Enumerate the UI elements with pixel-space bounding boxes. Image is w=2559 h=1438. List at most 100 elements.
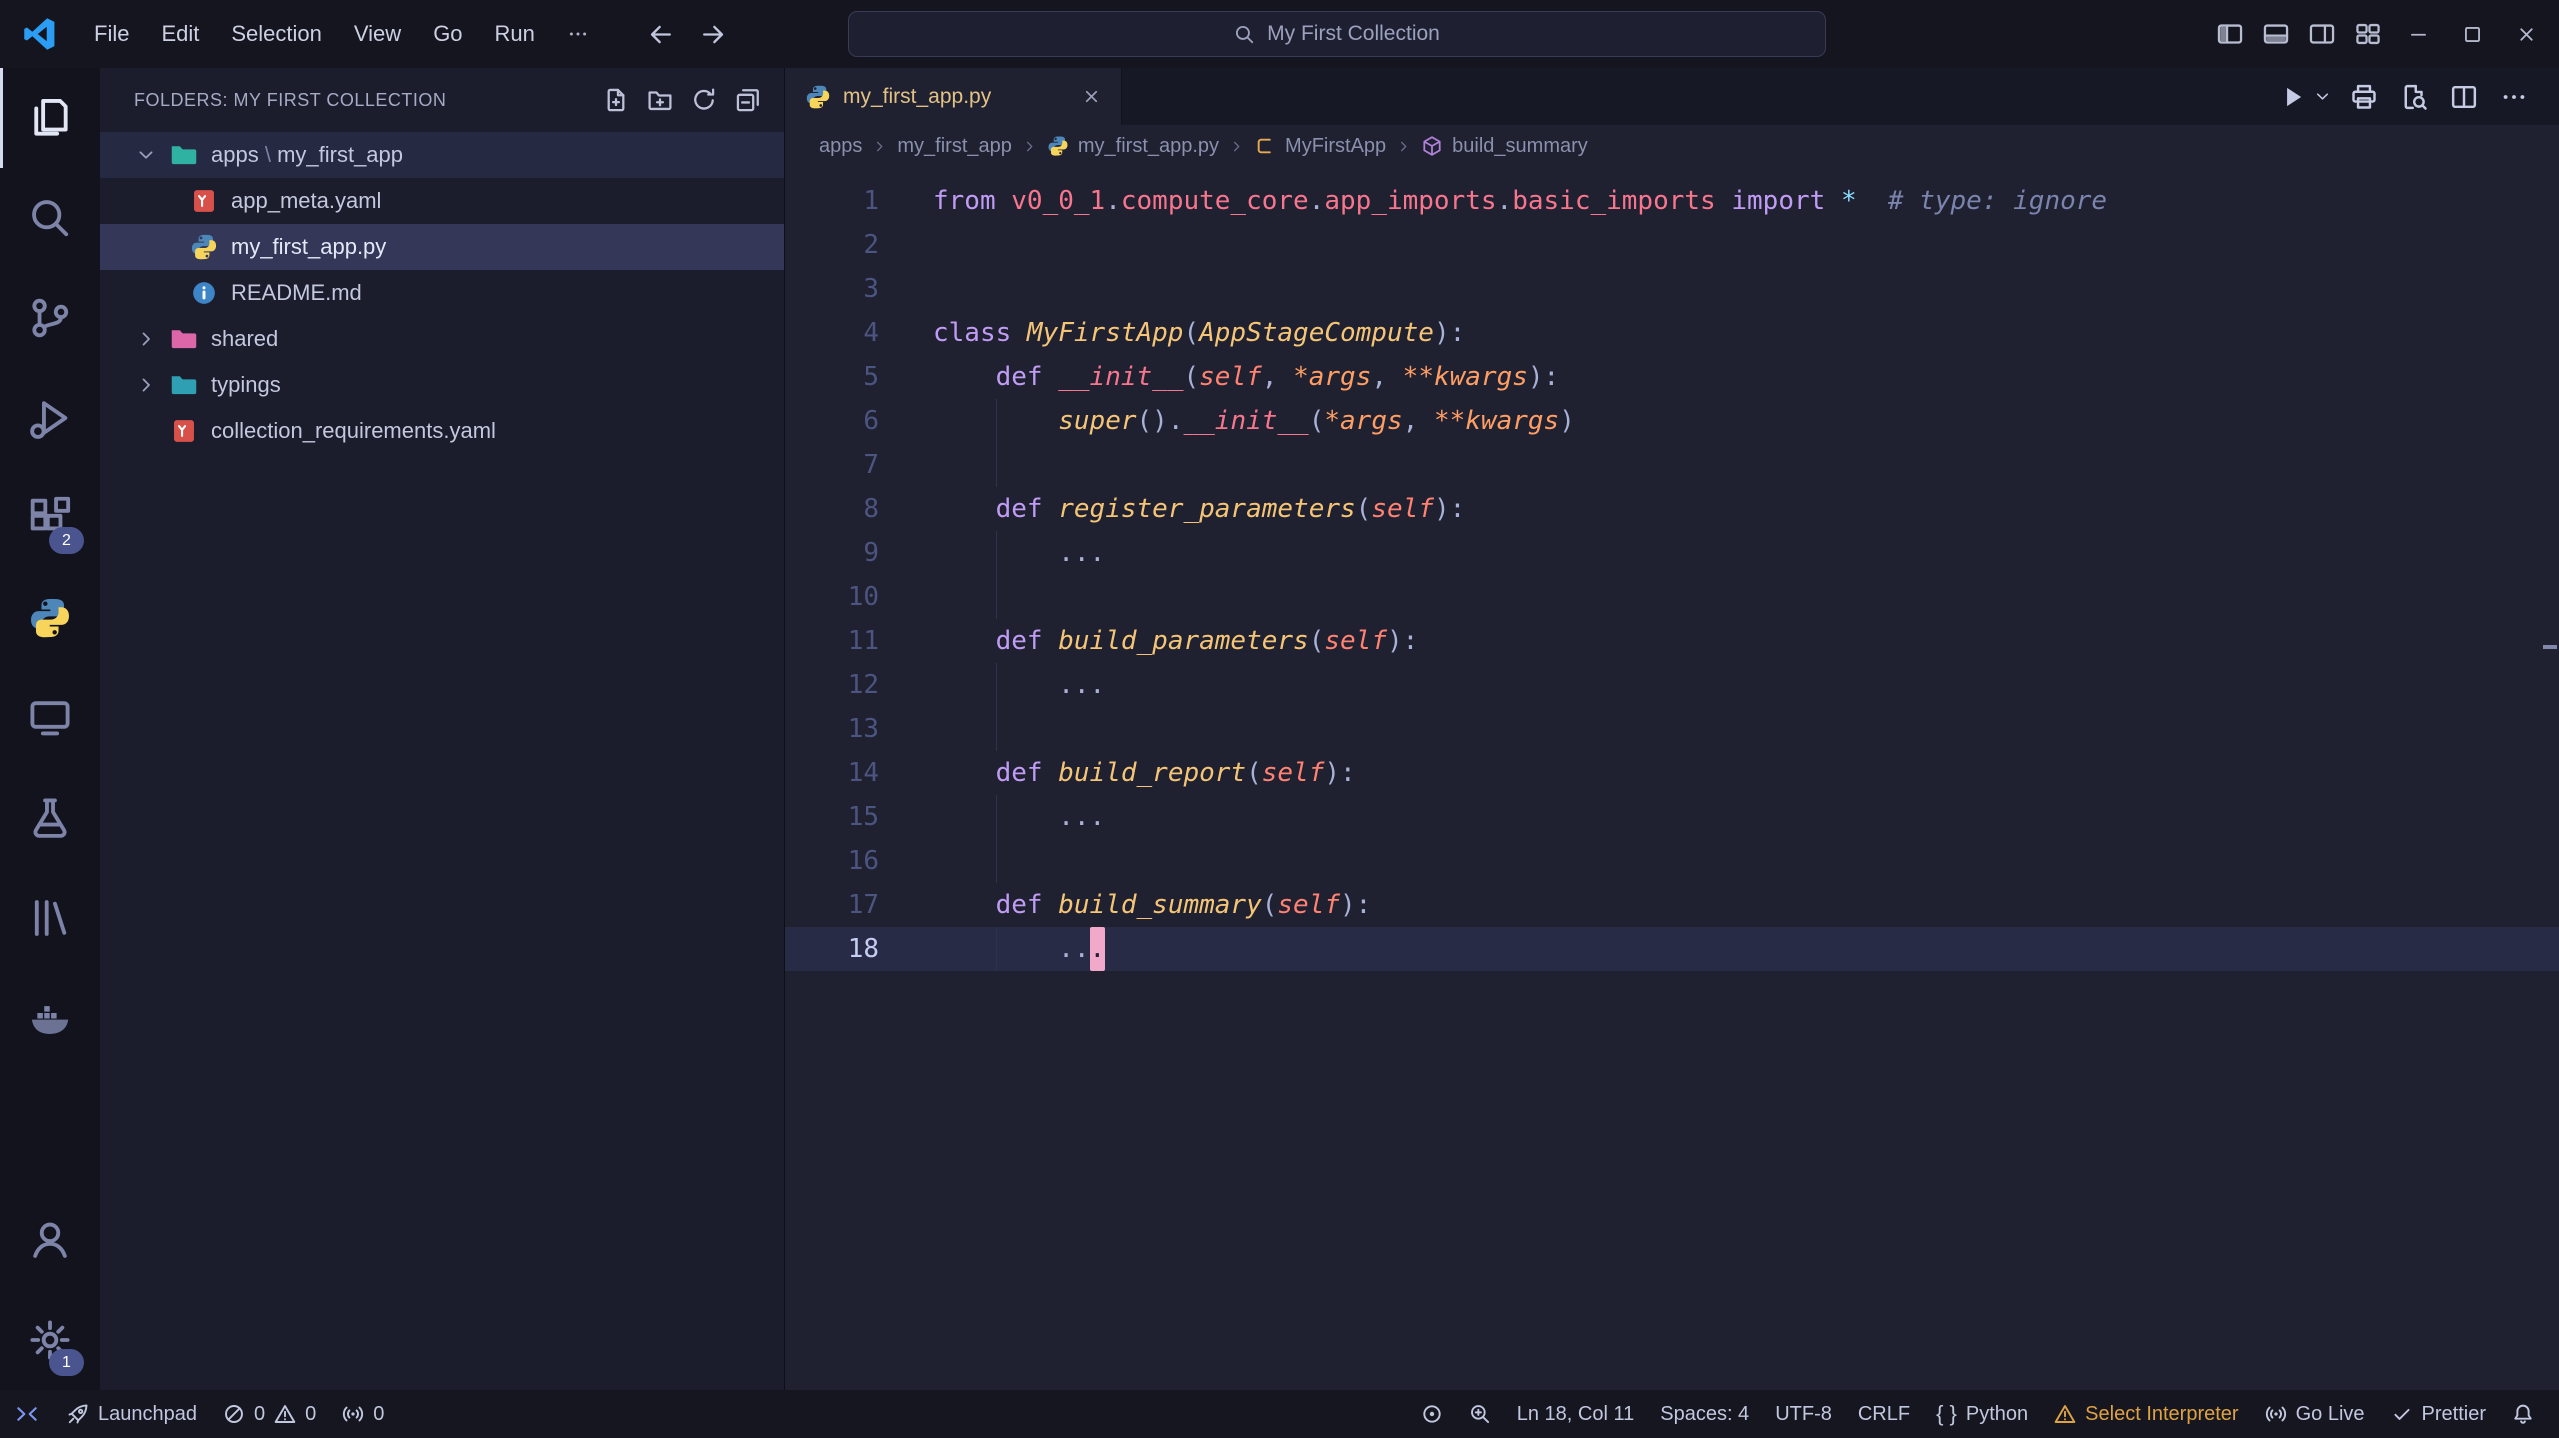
line-number[interactable]: 14: [785, 751, 903, 795]
collapse-all-button[interactable]: [728, 80, 768, 120]
breadcrumb-build_summary[interactable]: build_summary: [1421, 135, 1588, 158]
status-launchpad[interactable]: Launchpad: [54, 1390, 210, 1438]
maximize-window-button[interactable]: [2445, 0, 2499, 68]
editor-action-file-search[interactable]: [2395, 77, 2433, 117]
status-ports[interactable]: 0: [329, 1390, 397, 1438]
status-language[interactable]: { }Python: [1923, 1390, 2041, 1438]
status-notifications[interactable]: [2499, 1390, 2547, 1438]
code-line-16[interactable]: 16: [785, 839, 2559, 883]
editor-action-chevron-down[interactable]: [2311, 77, 2333, 117]
layout-bottom-toggle[interactable]: [2253, 11, 2299, 57]
line-number[interactable]: 9: [785, 531, 903, 575]
line-number[interactable]: 18: [785, 927, 903, 971]
tab-my-first-app-py[interactable]: my_first_app.py: [785, 68, 1122, 125]
activity-testing[interactable]: [0, 768, 100, 868]
status-interpreter-warning[interactable]: Select Interpreter: [2041, 1390, 2251, 1438]
code-line-17[interactable]: 17 def build_summary(self):: [785, 883, 2559, 927]
minimize-window-button[interactable]: [2391, 0, 2445, 68]
refresh-button[interactable]: [684, 80, 724, 120]
tree-item-typings[interactable]: typings: [100, 362, 784, 408]
status-zoom[interactable]: [1456, 1390, 1504, 1438]
line-number[interactable]: 16: [785, 839, 903, 883]
line-number[interactable]: 5: [785, 355, 903, 399]
activity-accounts[interactable]: [0, 1190, 100, 1290]
activity-python[interactable]: [0, 568, 100, 668]
status-encoding[interactable]: UTF-8: [1762, 1390, 1845, 1438]
go-forward-button[interactable]: [700, 21, 727, 48]
code-line-5[interactable]: 5 def __init__(self, *args, **kwargs):: [785, 355, 2559, 399]
code-line-11[interactable]: 11 def build_parameters(self):: [785, 619, 2559, 663]
line-number[interactable]: 11: [785, 619, 903, 663]
code-line-12[interactable]: 12 ...: [785, 663, 2559, 707]
command-center-search[interactable]: My First Collection: [848, 11, 1826, 57]
breadcrumb-my_first_app[interactable]: my_first_app: [897, 135, 1012, 158]
tree-item-apps-my_first_app[interactable]: apps \ my_first_app: [100, 132, 784, 178]
code-line-4[interactable]: 4class MyFirstApp(AppStageCompute):: [785, 311, 2559, 355]
menu-edit[interactable]: Edit: [145, 0, 215, 68]
activity-extensions[interactable]: 2: [0, 468, 100, 568]
activity-run-debug[interactable]: [0, 368, 100, 468]
go-back-button[interactable]: [647, 21, 674, 48]
line-number[interactable]: 13: [785, 707, 903, 751]
tab-close-icon[interactable]: [1075, 81, 1107, 113]
line-number[interactable]: 2: [785, 223, 903, 267]
breadcrumb-MyFirstApp[interactable]: MyFirstApp: [1254, 135, 1386, 158]
status-eol[interactable]: CRLF: [1845, 1390, 1923, 1438]
code-line-2[interactable]: 2: [785, 223, 2559, 267]
tree-item-shared[interactable]: shared: [100, 316, 784, 362]
tree-item-README.md[interactable]: README.md: [100, 270, 784, 316]
menu-file[interactable]: File: [78, 0, 145, 68]
code-line-9[interactable]: 9 ...: [785, 531, 2559, 575]
code-line-15[interactable]: 15 ...: [785, 795, 2559, 839]
menu-more[interactable]: [551, 0, 605, 68]
code-line-3[interactable]: 3: [785, 267, 2559, 311]
code-line-6[interactable]: 6 super().__init__(*args, **kwargs): [785, 399, 2559, 443]
code-line-14[interactable]: 14 def build_report(self):: [785, 751, 2559, 795]
activity-remote-explorer[interactable]: [0, 668, 100, 768]
activity-docker[interactable]: [0, 968, 100, 1068]
tree-item-collection_requirements.yaml[interactable]: collection_requirements.yaml: [100, 408, 784, 454]
layout-grid-toggle[interactable]: [2345, 11, 2391, 57]
line-number[interactable]: 6: [785, 399, 903, 443]
status-prettier[interactable]: Prettier: [2378, 1390, 2499, 1438]
tree-item-my_first_app.py[interactable]: my_first_app.py: [100, 224, 784, 270]
line-number[interactable]: 17: [785, 883, 903, 927]
new-file-button[interactable]: [596, 80, 636, 120]
activity-search[interactable]: [0, 168, 100, 268]
line-number[interactable]: 10: [785, 575, 903, 619]
code-line-8[interactable]: 8 def register_parameters(self):: [785, 487, 2559, 531]
activity-settings[interactable]: 1: [0, 1290, 100, 1390]
tree-item-app_meta.yaml[interactable]: app_meta.yaml: [100, 178, 784, 224]
line-number[interactable]: 3: [785, 267, 903, 311]
editor-action-run[interactable]: [2273, 77, 2311, 117]
layout-right-toggle[interactable]: [2299, 11, 2345, 57]
editor-action-split-editor[interactable]: [2445, 77, 2483, 117]
line-number[interactable]: 4: [785, 311, 903, 355]
line-number[interactable]: 8: [785, 487, 903, 531]
code-editor[interactable]: 1from v0_0_1.compute_core.app_imports.ba…: [785, 167, 2559, 1390]
editor-action-print[interactable]: [2345, 77, 2383, 117]
status-remote-indicator[interactable]: [0, 1390, 54, 1438]
menu-view[interactable]: View: [338, 0, 417, 68]
new-folder-button[interactable]: [640, 80, 680, 120]
code-line-18[interactable]: 18 ...: [785, 927, 2559, 971]
close-window-button[interactable]: [2499, 0, 2553, 68]
menu-selection[interactable]: Selection: [215, 0, 338, 68]
breadcrumb-my_first_app.py[interactable]: my_first_app.py: [1047, 135, 1219, 158]
activity-source-control[interactable]: [0, 268, 100, 368]
line-number[interactable]: 12: [785, 663, 903, 707]
code-line-10[interactable]: 10: [785, 575, 2559, 619]
editor-action-more[interactable]: [2495, 77, 2533, 117]
menu-run[interactable]: Run: [479, 0, 551, 68]
status-feedback[interactable]: [1408, 1390, 1456, 1438]
code-line-7[interactable]: 7: [785, 443, 2559, 487]
activity-explorer[interactable]: [0, 68, 100, 168]
code-line-1[interactable]: 1from v0_0_1.compute_core.app_imports.ba…: [785, 179, 2559, 223]
status-indentation[interactable]: Spaces: 4: [1647, 1390, 1762, 1438]
menu-go[interactable]: Go: [417, 0, 478, 68]
line-number[interactable]: 15: [785, 795, 903, 839]
status-go-live[interactable]: Go Live: [2252, 1390, 2378, 1438]
status-cursor-position[interactable]: Ln 18, Col 11: [1504, 1390, 1648, 1438]
breadcrumb-apps[interactable]: apps: [819, 135, 862, 158]
line-number[interactable]: 1: [785, 179, 903, 223]
